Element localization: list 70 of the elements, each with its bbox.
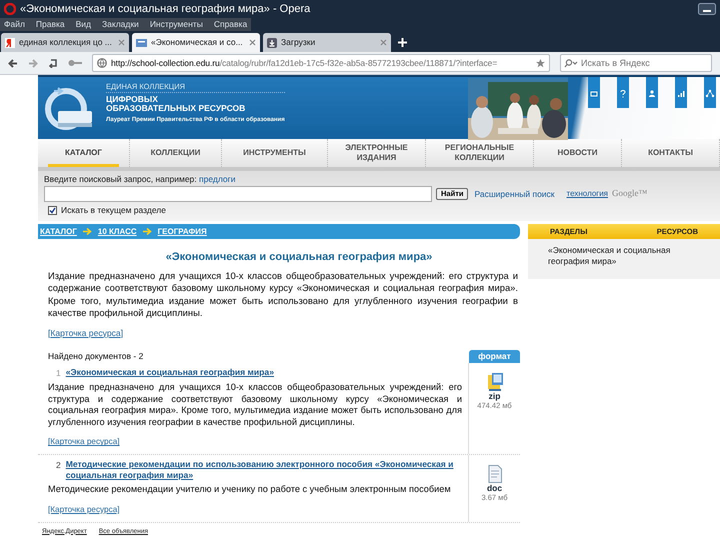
zip-file-icon[interactable] xyxy=(486,372,502,390)
sidebar-link[interactable]: «Экономическая и социальная география мира» xyxy=(548,245,700,267)
new-tab-icon[interactable] xyxy=(398,38,407,47)
nav-tab[interactable]: НОВОСТИ xyxy=(534,139,622,167)
nav-tab[interactable]: ИНСТРУМЕНТЫ xyxy=(222,139,328,167)
search-hint: Введите поисковый запрос, например: предлоги xyxy=(44,174,236,185)
key-icon[interactable] xyxy=(68,59,82,67)
scope-checkbox[interactable] xyxy=(48,206,57,215)
browser-tab[interactable]: единая коллекция цо ... xyxy=(1,33,129,52)
star-icon[interactable] xyxy=(536,58,545,68)
file-format: zip xyxy=(488,390,500,400)
mail-icon[interactable] xyxy=(588,77,600,108)
result-title-link[interactable]: Методические рекомендации по использованию электронного пособия «Экономическая и социальная география мира» xyxy=(66,459,462,482)
nav-tab[interactable]: КОЛЛЕКЦИИ xyxy=(130,139,222,167)
sitemap-icon[interactable] xyxy=(704,77,716,108)
scope-label: Искать в текущем разделе xyxy=(61,204,166,217)
browser-tab[interactable]: «Экономическая и со... xyxy=(132,33,260,52)
resource-card-link[interactable]: [Карточка ресурса] xyxy=(48,328,124,338)
result-title-link[interactable]: «Экономическая и социальная география мира» xyxy=(66,366,274,380)
page-title: «Экономическая и социальная география мира» xyxy=(164,250,434,265)
nav-tab[interactable]: РЕГИОНАЛЬНЫЕ КОЛЛЕКЦИИ xyxy=(426,139,534,167)
search-icon xyxy=(564,59,578,68)
downloads-icon xyxy=(267,38,277,48)
result-description: Методические рекомендации учителю и ученику по работе с учебным электронным пособием xyxy=(48,484,452,496)
site-name: ЦИФРОВЫХ xyxy=(106,95,159,104)
format-heading: формат xyxy=(469,350,520,362)
resource-card-link[interactable]: [Карточка ресурса] xyxy=(48,437,120,446)
result-description: Издание предназначено для учащихся 10-х классов общеобразовательных учреждений: его структура и содержание соответствуют базовому школьному курсу «Экономическая и социальная география мира». Кроме того, мультимедиа издание может быть использовано для углубленного изучения географии в качестве профильной дисциплины. xyxy=(48,382,462,428)
resource-card-link[interactable]: [Карточка ресурса] xyxy=(48,504,120,514)
arrow-icon xyxy=(142,228,152,235)
menu-item[interactable]: Файл xyxy=(4,18,25,31)
close-icon[interactable] xyxy=(118,39,125,46)
menu-item[interactable]: Закладки xyxy=(102,18,139,31)
nav-tab[interactable]: ЭЛЕКТРОННЫЕ ИЗДАНИЯ xyxy=(328,139,426,167)
menu-item[interactable]: Справка xyxy=(214,18,248,31)
minimize-icon[interactable] xyxy=(698,3,716,15)
back-icon[interactable] xyxy=(8,58,18,68)
menu-item[interactable]: Вид xyxy=(76,18,92,31)
close-icon[interactable] xyxy=(380,39,387,46)
found-count: Найдено документов - 2 xyxy=(48,350,144,362)
advanced-search-link[interactable]: Расширенный поиск xyxy=(474,188,555,200)
yandex-icon xyxy=(5,38,15,48)
opera-logo-icon xyxy=(4,3,16,15)
document-icon[interactable] xyxy=(488,465,502,484)
description-text: Издание предназначено для учащихся 10-х классов общеобразовательных учреждений: его структура и содержание соответствуют базовому школьному курсу «Экономическая и социальная география мира». Кроме того, мультимедиа издание может быть использовано для углубленного изучения географии в качестве профильной дисциплины. xyxy=(48,270,518,320)
address-field[interactable]: http://school-collection.edu.ru/catalog/rubr/fa12d1eb-17c5-f32e-ab5a-85772193cbee/118871/?interface= xyxy=(92,54,550,72)
search-input[interactable] xyxy=(44,186,432,202)
google-label: Google™ xyxy=(612,187,648,200)
window-title: «Экономическая и социальная география мира» - Opera xyxy=(20,2,310,17)
nav-tab[interactable]: КОНТАКТЫ xyxy=(622,139,720,167)
page-icon xyxy=(136,38,147,48)
site-name: ОБРАЗОВАТЕЛЬНЫХ РЕСУРСОВ xyxy=(106,104,246,113)
nav-tab[interactable]: КАТАЛОГ xyxy=(38,139,130,167)
help-icon[interactable] xyxy=(617,77,629,108)
check-icon xyxy=(49,206,56,214)
stats-icon[interactable] xyxy=(675,77,687,108)
result-number: 1 xyxy=(56,366,61,380)
search-field[interactable]: Искать в Яндекс xyxy=(560,54,712,72)
example-link[interactable]: предлоги xyxy=(199,174,236,184)
technology-link[interactable]: технология xyxy=(566,188,608,200)
menu-item[interactable]: Правка xyxy=(36,18,65,31)
arrow-icon xyxy=(82,228,92,235)
user-icon[interactable] xyxy=(646,77,658,108)
result-number: 2 xyxy=(56,459,61,472)
close-icon[interactable] xyxy=(249,39,256,46)
browser-tab[interactable]: Загрузки xyxy=(263,33,391,52)
globe-icon xyxy=(97,58,107,68)
reload-icon[interactable] xyxy=(48,58,58,68)
menu-item[interactable]: Инструменты xyxy=(150,18,203,31)
file-format: doc xyxy=(486,483,502,494)
